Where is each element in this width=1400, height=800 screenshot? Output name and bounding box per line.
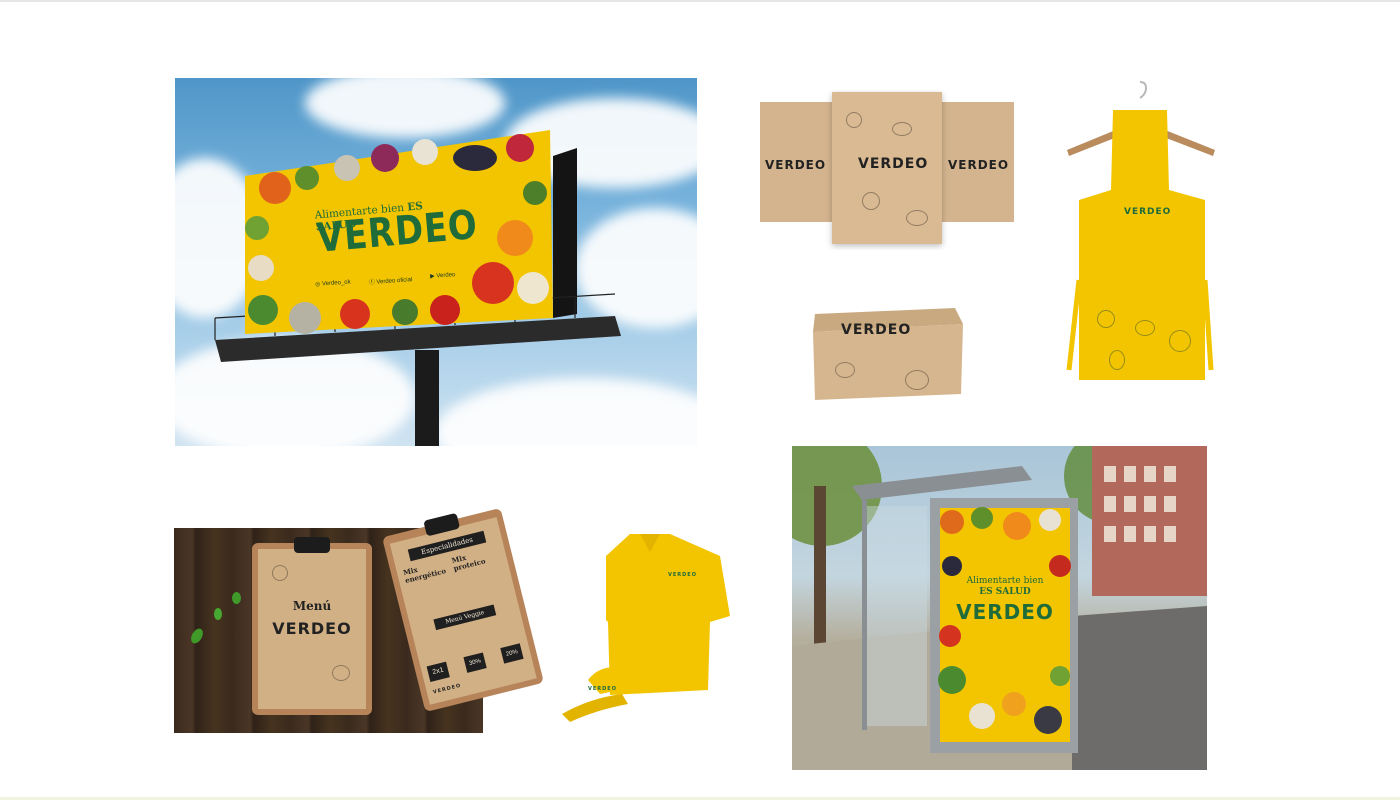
basil-leaf xyxy=(214,608,222,620)
billboard-mockup: Alimentarte bien ES SALUD VERDEO ◎ Verde… xyxy=(175,78,697,446)
box-shape xyxy=(813,308,963,400)
apron-wordmark: VERDEO xyxy=(1124,207,1172,217)
menu-clipboard-right: Especialidades Mix energético Mix protei… xyxy=(382,507,544,713)
polo-and-cap-mockup: VERDEO VERDEO xyxy=(560,530,740,725)
busstop-tagline: Alimentarte bien ES SALUD xyxy=(940,576,1070,598)
menu-clipboard-left: Menú VERDEO xyxy=(252,535,372,715)
clipboard-clip xyxy=(294,537,330,553)
basil-leaf xyxy=(232,592,241,604)
tagline-prefix: Alimentarte bien xyxy=(966,576,1044,586)
box-wordmark: VERDEO xyxy=(841,322,912,338)
kraft-box-mockup: VERDEO xyxy=(805,302,965,404)
polo-shape xyxy=(562,534,730,722)
bag-wordmark: VERDEO xyxy=(765,158,827,172)
top-divider xyxy=(0,0,1400,2)
menu-wordmark: VERDEO xyxy=(272,619,352,638)
menu-title: Menú xyxy=(292,599,332,613)
cap-wordmark: VERDEO xyxy=(588,686,617,692)
paper-bag: VERDEO xyxy=(832,92,942,244)
bag-wordmark: VERDEO xyxy=(948,158,1010,172)
basil-leaf xyxy=(188,626,206,646)
paper-bag: VERDEO xyxy=(942,102,1014,222)
social-label: Verdeo xyxy=(436,272,456,280)
bus-stop-mockup: Alimentarte bien ES SALUD VERDEO xyxy=(792,446,1207,770)
youtube-icon: ▶ Verdeo xyxy=(429,272,456,280)
paper-bag: VERDEO xyxy=(760,102,832,222)
bag-wordmark: VERDEO xyxy=(858,156,929,172)
tagline-emphasis: ES SALUD xyxy=(979,587,1031,597)
billboard-structure xyxy=(214,130,621,446)
polo-wordmark: VERDEO xyxy=(668,572,697,578)
apron-shape xyxy=(1066,81,1215,380)
paper-bags-mockup: VERDEO VERDEO VERDEO xyxy=(760,90,1015,250)
busstop-wordmark: VERDEO xyxy=(956,600,1054,624)
apron-mockup: VERDEO xyxy=(1065,80,1215,390)
social-label: Verdeo_ok xyxy=(321,279,351,288)
